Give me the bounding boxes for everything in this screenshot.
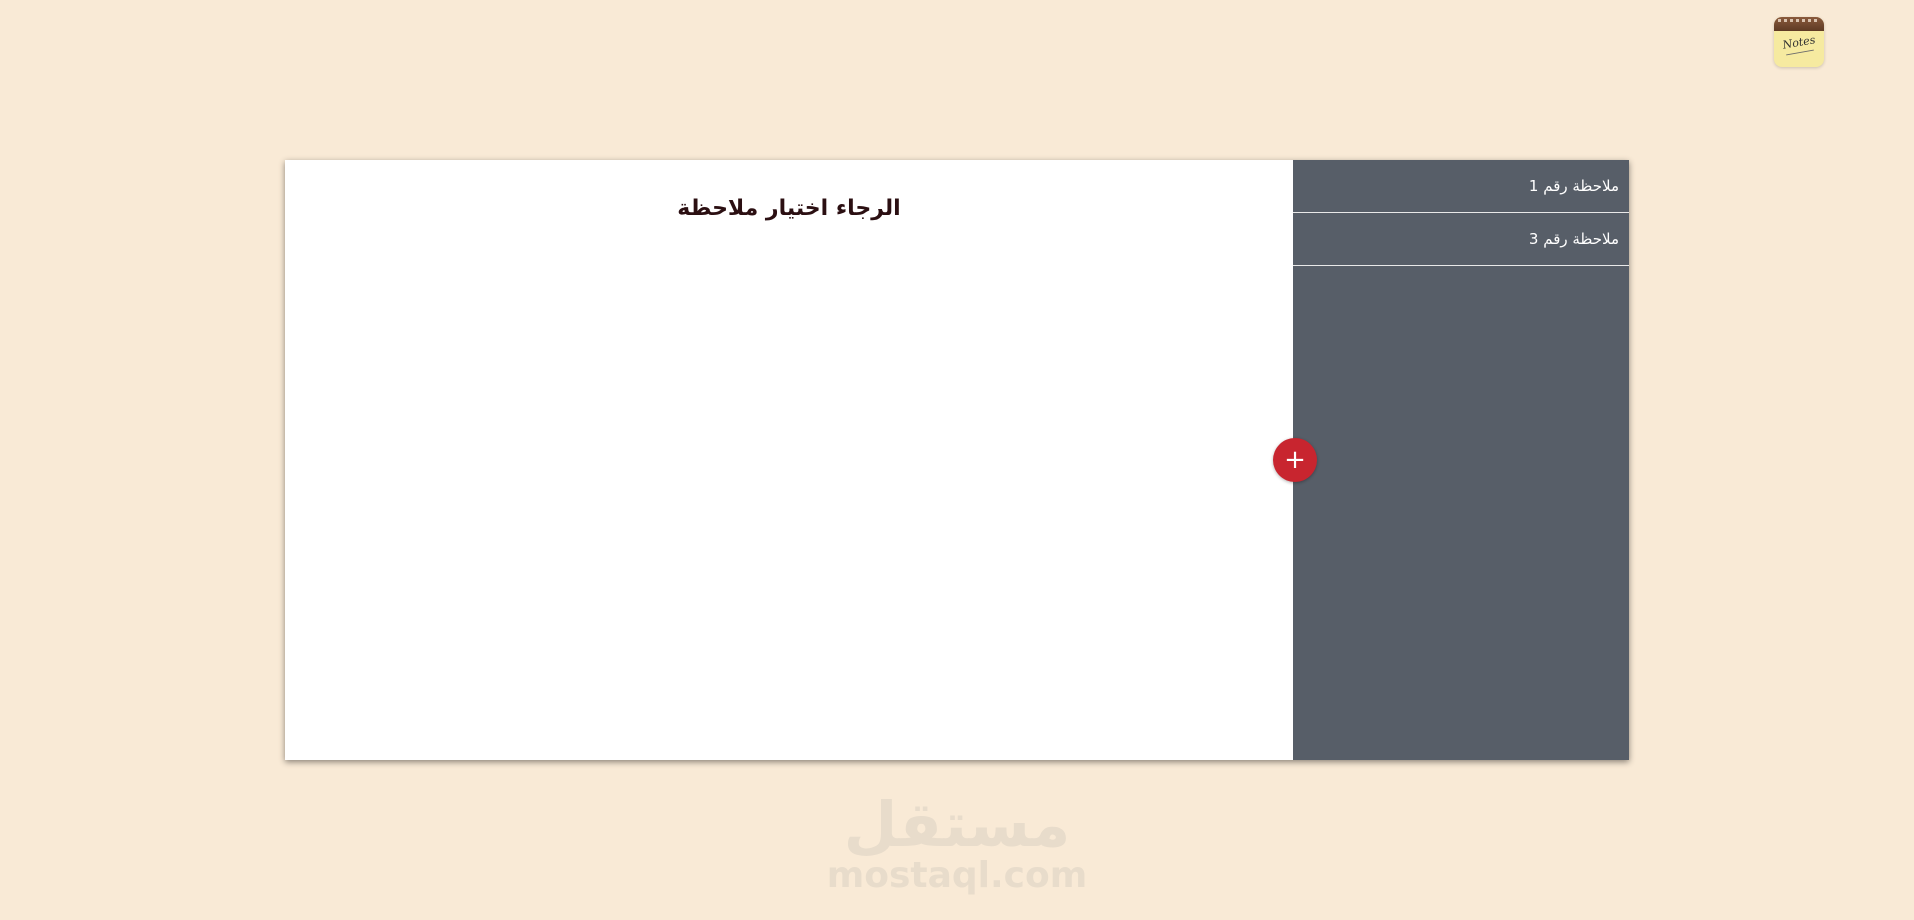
note-list-item-label: ملاحظة رقم 3 [1528, 230, 1619, 248]
add-note-button[interactable]: + [1273, 438, 1317, 482]
select-note-prompt: الرجاء اختيار ملاحظة [677, 196, 901, 221]
note-list-item[interactable]: ملاحظة رقم 1 [1293, 160, 1629, 213]
note-content-area: الرجاء اختيار ملاحظة [285, 160, 1293, 760]
mostaql-watermark: مستقل mostaql.com [757, 790, 1157, 896]
notes-panel: الرجاء اختيار ملاحظة ملاحظة رقم 1 ملاحظة… [285, 160, 1629, 760]
notes-app-icon[interactable]: Notes [1774, 17, 1824, 67]
note-list-item[interactable]: ملاحظة رقم 3 [1293, 213, 1629, 266]
note-list-item-label: ملاحظة رقم 1 [1528, 177, 1619, 195]
plus-icon: + [1284, 445, 1306, 475]
notepad-binding [1774, 17, 1824, 31]
watermark-latin-text: mostaql.com [826, 855, 1088, 896]
app-logo-text: Notes [1781, 33, 1817, 52]
watermark-arabic-text: مستقل [843, 788, 1071, 861]
notes-sidebar: ملاحظة رقم 1 ملاحظة رقم 3 [1293, 160, 1629, 760]
